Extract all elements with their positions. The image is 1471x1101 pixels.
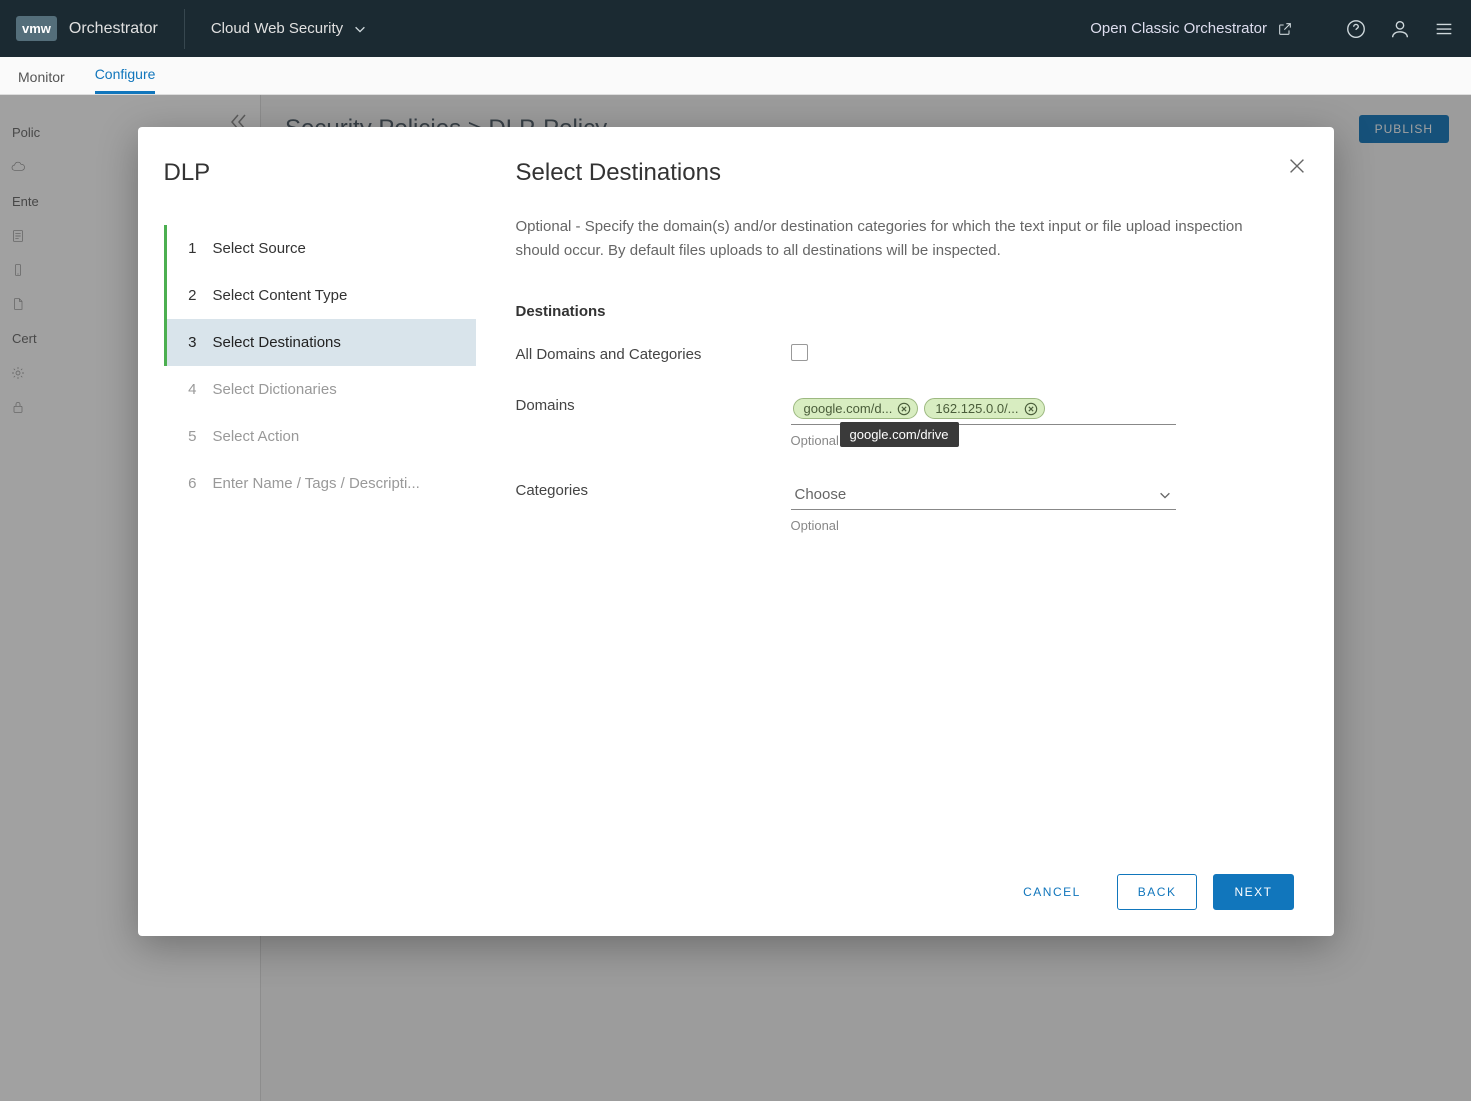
wizard-step-3[interactable]: 3 Select Destinations xyxy=(164,319,476,366)
label-all-domains: All Domains and Categories xyxy=(516,344,791,363)
vmware-logo: vmw xyxy=(16,16,57,41)
domain-tooltip: google.com/drive xyxy=(840,422,959,447)
select-placeholder: Choose xyxy=(795,486,847,503)
next-button[interactable]: NEXT xyxy=(1213,874,1293,910)
step-num: 2 xyxy=(187,287,197,304)
panel-title: Select Destinations xyxy=(516,159,1294,187)
modal-overlay: DLP 1Select Source 2Select Content Type … xyxy=(0,95,1471,1101)
product-title: Orchestrator xyxy=(69,20,158,38)
step-label: Select Dictionaries xyxy=(213,381,337,398)
wizard-step-2[interactable]: 2 Select Content Type xyxy=(164,272,476,319)
panel-description: Optional - Specify the domain(s) and/or … xyxy=(516,215,1256,263)
wizard-step-1[interactable]: 1 Select Source xyxy=(164,225,476,272)
step-num: 4 xyxy=(187,381,197,398)
classic-link-label: Open Classic Orchestrator xyxy=(1090,20,1267,37)
chip-text: google.com/d... xyxy=(804,401,893,416)
close-icon[interactable] xyxy=(1286,155,1308,177)
menu-icon[interactable] xyxy=(1433,18,1455,40)
chevron-down-icon xyxy=(1158,488,1172,502)
row-all-domains: All Domains and Categories xyxy=(516,344,1294,363)
user-icon[interactable] xyxy=(1389,18,1411,40)
wizard-title: DLP xyxy=(164,159,476,187)
wizard-step-6[interactable]: 6 Enter Name / Tags / Descripti... xyxy=(164,460,476,507)
step-label: Enter Name / Tags / Descripti... xyxy=(213,475,420,492)
categories-select[interactable]: Choose xyxy=(791,480,1176,510)
external-link-icon xyxy=(1277,21,1293,37)
wizard-steps-panel: DLP 1Select Source 2Select Content Type … xyxy=(138,127,476,936)
wizard-step-5[interactable]: 5 Select Action xyxy=(164,413,476,460)
domain-chip-1: google.com/d... xyxy=(793,398,919,419)
remove-chip-icon[interactable] xyxy=(1024,402,1038,416)
step-label: Select Source xyxy=(213,240,306,257)
step-num: 3 xyxy=(187,334,197,351)
step-num: 6 xyxy=(187,475,197,492)
step-label: Select Action xyxy=(213,428,300,445)
help-icon[interactable] xyxy=(1345,18,1367,40)
wizard-content-panel: Select Destinations Optional - Specify t… xyxy=(476,127,1334,936)
header-divider xyxy=(184,9,185,49)
cancel-button[interactable]: CANCEL xyxy=(1003,874,1101,910)
row-categories: Categories Choose Optional xyxy=(516,480,1294,533)
domain-chip-2: 162.125.0.0/... xyxy=(924,398,1044,419)
checkbox-all-domains[interactable] xyxy=(791,344,808,361)
categories-hint: Optional xyxy=(791,518,1176,533)
open-classic-link[interactable]: Open Classic Orchestrator xyxy=(1090,20,1293,37)
primary-tabs: Monitor Configure xyxy=(0,57,1471,95)
step-num: 1 xyxy=(187,240,197,257)
step-num: 5 xyxy=(187,428,197,445)
page-body: Polic Ente Cert Security Policies > DLP-… xyxy=(0,95,1471,1101)
top-header: vmw Orchestrator Cloud Web Security Open… xyxy=(0,0,1471,57)
context-label: Cloud Web Security xyxy=(211,20,343,37)
tab-configure[interactable]: Configure xyxy=(95,66,156,94)
wizard-footer: CANCEL BACK NEXT xyxy=(516,852,1294,936)
row-domains: Domains google.com/d... 162.125.0.0/... xyxy=(516,395,1294,448)
chip-text: 162.125.0.0/... xyxy=(935,401,1018,416)
label-domains: Domains xyxy=(516,395,791,414)
step-label: Select Content Type xyxy=(213,287,348,304)
chevron-down-icon xyxy=(353,22,367,36)
step-label: Select Destinations xyxy=(213,334,341,351)
label-categories: Categories xyxy=(516,480,791,499)
back-button[interactable]: BACK xyxy=(1117,874,1198,910)
remove-chip-icon[interactable] xyxy=(897,402,911,416)
section-heading: Destinations xyxy=(516,303,1294,320)
dlp-wizard-modal: DLP 1Select Source 2Select Content Type … xyxy=(138,127,1334,936)
tab-monitor[interactable]: Monitor xyxy=(18,69,65,94)
context-dropdown[interactable]: Cloud Web Security xyxy=(211,20,367,37)
domains-input[interactable]: google.com/d... 162.125.0.0/... xyxy=(791,395,1176,425)
wizard-step-4[interactable]: 4 Select Dictionaries xyxy=(164,366,476,413)
